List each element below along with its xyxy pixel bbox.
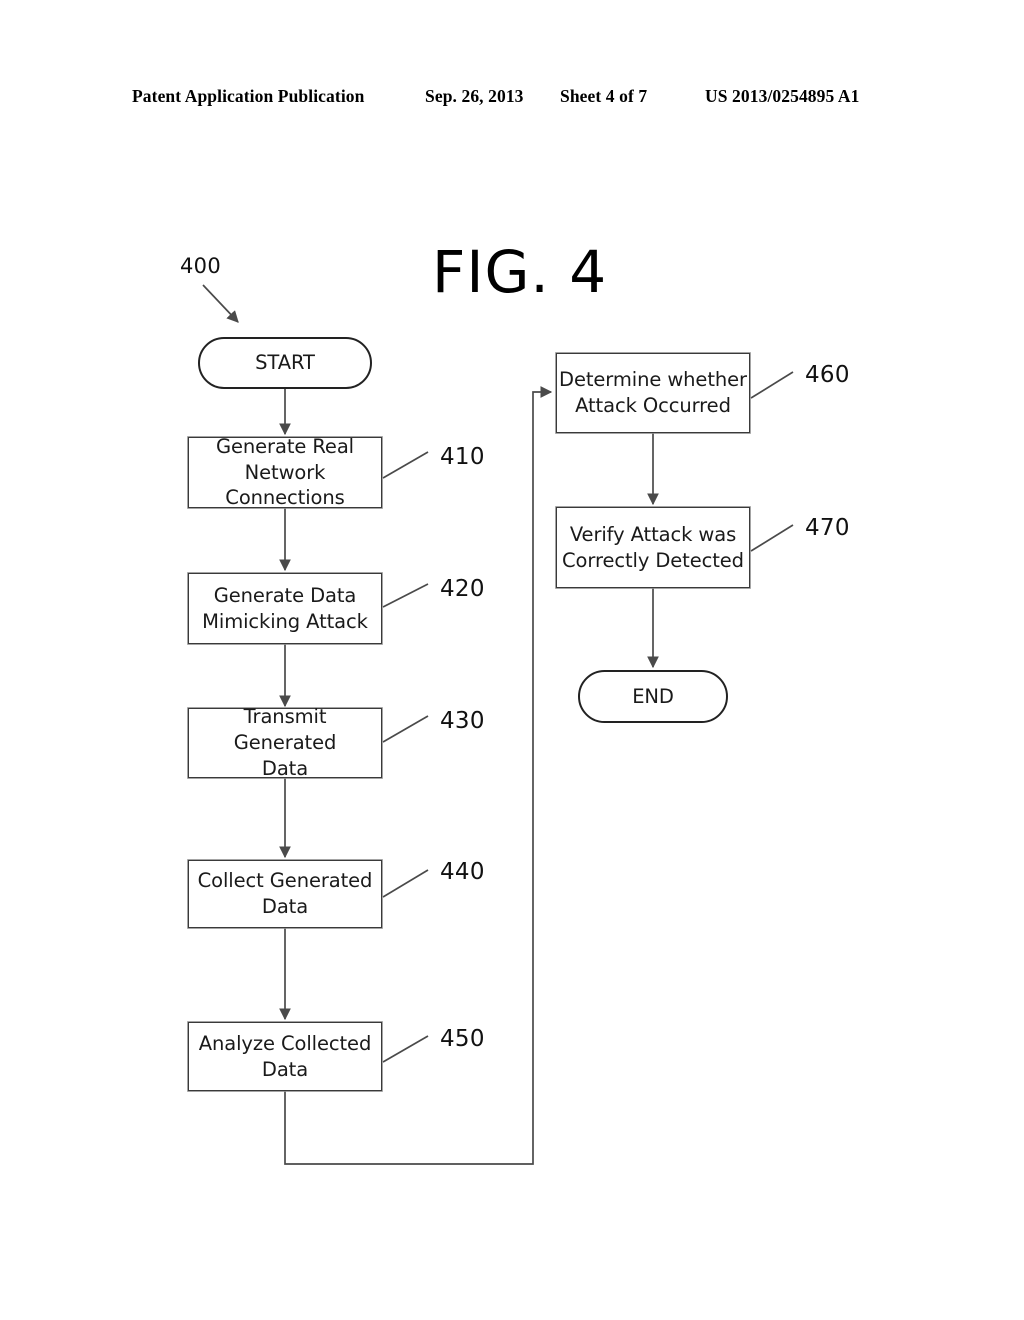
- reference-numeral-460: 460: [805, 362, 850, 388]
- node-verify-attack-was-correctly-detected[interactable]: Verify Attack was Correctly Detected: [556, 507, 750, 588]
- node-460-label-line1: Determine whether: [559, 368, 747, 392]
- reference-numeral-440: 440: [440, 859, 485, 885]
- node-470-label: Verify Attack was Correctly Detected: [560, 522, 746, 573]
- node-470-label-line1: Verify Attack was: [569, 522, 737, 546]
- node-440-label: Collect Generated Data: [197, 869, 373, 918]
- leader-line-410: [382, 451, 429, 479]
- node-generate-real-network-connections[interactable]: Generate Real Network Connections: [188, 434, 382, 511]
- flowchart-connectors: [202, 284, 794, 1165]
- reference-numeral-470: 470: [805, 515, 850, 541]
- node-end[interactable]: END: [578, 670, 728, 723]
- node-430-label-line2: Data: [261, 756, 309, 780]
- reference-numeral-410: 410: [440, 444, 485, 470]
- node-410-label-line1: Generate Real: [215, 434, 354, 458]
- reference-numeral-430: 430: [440, 708, 485, 734]
- node-analyze-collected-data[interactable]: Analyze Collected Data: [188, 1022, 382, 1091]
- leader-line-470: [750, 524, 794, 552]
- node-410-label: Generate Real Network Connections: [189, 434, 381, 511]
- node-generate-data-mimicking-attack[interactable]: Generate Data Mimicking Attack: [188, 573, 382, 644]
- node-start[interactable]: START: [198, 337, 372, 389]
- leader-line-450: [382, 1035, 429, 1063]
- leader-arrow-400: [202, 284, 239, 323]
- node-420-label-line2: Mimicking Attack: [202, 609, 368, 633]
- reference-numeral-400: 400: [180, 254, 221, 278]
- reference-numeral-420: 420: [440, 576, 485, 602]
- node-430-label-line1: Transmit Generated: [233, 705, 337, 755]
- node-420-label: Generate Data Mimicking Attack: [200, 583, 370, 634]
- node-determine-whether-attack-occurred[interactable]: Determine whether Attack Occurred: [556, 353, 750, 433]
- node-410-label-line2: Network Connections: [225, 460, 345, 510]
- node-450-label: Analyze Collected Data: [198, 1031, 372, 1081]
- reference-numeral-450: 450: [440, 1026, 485, 1052]
- node-collect-generated-data[interactable]: Collect Generated Data: [188, 860, 382, 928]
- node-end-label: END: [632, 684, 674, 708]
- leader-line-420: [382, 583, 429, 608]
- leader-line-440: [382, 869, 429, 898]
- node-transmit-generated-data[interactable]: Transmit Generated Data: [188, 705, 382, 780]
- node-start-label: START: [255, 351, 315, 375]
- node-470-label-line2: Correctly Detected: [562, 548, 744, 572]
- node-420-label-line1: Generate Data: [213, 583, 357, 607]
- node-460-label-line2: Attack Occurred: [575, 394, 731, 417]
- node-430-label: Transmit Generated Data: [189, 704, 381, 781]
- node-460-label: Determine whether Attack Occurred: [557, 367, 749, 418]
- leader-line-460: [750, 371, 794, 399]
- leader-line-430: [382, 715, 429, 743]
